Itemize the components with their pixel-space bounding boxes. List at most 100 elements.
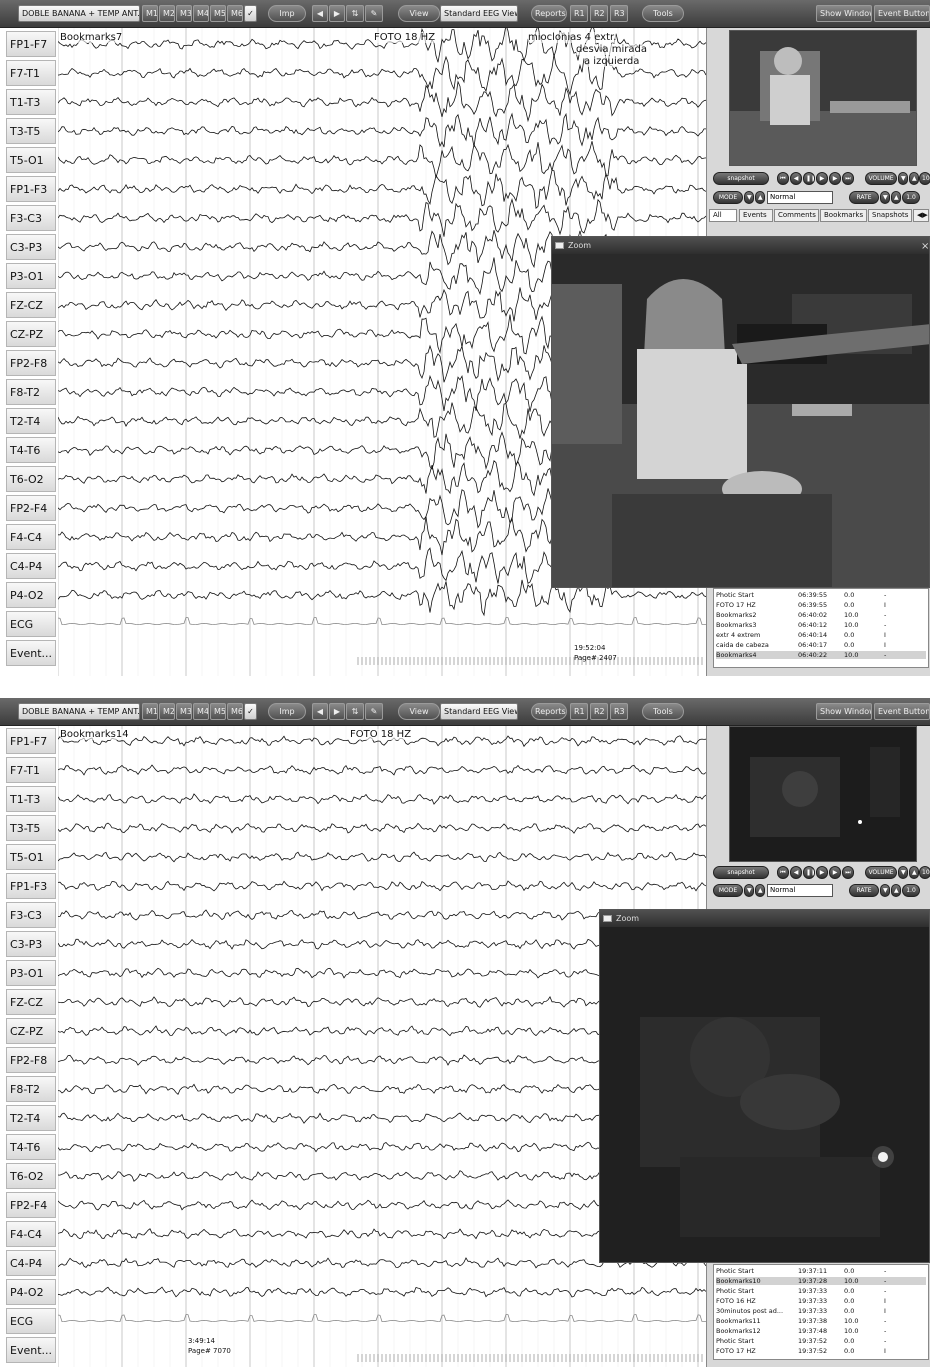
channel-label[interactable]: F7-T1 [6, 60, 56, 86]
pause-icon[interactable]: ❚❚ [803, 866, 815, 879]
mode-up-icon[interactable]: ▲ [755, 191, 765, 204]
mode-field[interactable]: Normal [767, 884, 833, 897]
channel-label[interactable]: T4-T6 [6, 437, 56, 463]
list-item[interactable]: Bookmarks3 06:40:12 10.0 - [716, 621, 926, 629]
montage-button-m5[interactable]: M5 [210, 5, 226, 22]
channel-label[interactable]: Event... [6, 1337, 56, 1363]
video-preview[interactable] [729, 30, 917, 166]
imp-button[interactable]: Imp [268, 5, 306, 22]
list-item[interactable]: Photic Start 19:37:52 0.0 - [716, 1337, 926, 1345]
rate-button[interactable]: RATE [849, 884, 879, 897]
channel-label[interactable]: T1-T3 [6, 89, 56, 115]
volume-button[interactable]: VOLUME [865, 172, 897, 185]
zoom-window[interactable]: Zoom [599, 909, 930, 1263]
channel-label[interactable]: F3-C3 [6, 902, 56, 928]
forward-icon[interactable]: ▶ [829, 866, 841, 879]
channel-label[interactable]: F8-T2 [6, 1076, 56, 1102]
report-button-r3[interactable]: R3 [610, 703, 628, 720]
channel-label[interactable]: FP2-F4 [6, 495, 56, 521]
rate-down-icon[interactable]: ▼ [880, 884, 890, 897]
tab-events[interactable]: Events [739, 209, 773, 222]
volume-down-icon[interactable]: ▼ [898, 866, 908, 879]
report-button-r1[interactable]: R1 [570, 5, 588, 22]
scale-icon[interactable]: ⇅ [346, 5, 364, 22]
list-item[interactable]: 30minutos post ad... 19:37:33 0.0 I [716, 1307, 926, 1315]
channel-label[interactable]: FP1-F7 [6, 728, 56, 754]
event-buttons-button[interactable]: Event Buttons [874, 703, 930, 720]
marker-icon[interactable]: ✎ [365, 703, 383, 720]
list-item[interactable]: FOTO 16 HZ 19:37:33 0.0 I [716, 1297, 926, 1305]
channel-label[interactable]: T6-O2 [6, 466, 56, 492]
tab-bookmarks[interactable]: Bookmarks [820, 209, 867, 222]
snapshot-button[interactable]: snapshot [713, 172, 769, 185]
tab-snapshots[interactable]: Snapshots [868, 209, 912, 222]
channel-label[interactable]: C3-P3 [6, 931, 56, 957]
channel-label[interactable]: F4-C4 [6, 1221, 56, 1247]
play-icon[interactable]: ▶ [816, 172, 828, 185]
tools-button[interactable]: Tools [642, 703, 684, 720]
prev-page-icon[interactable]: ◀ [312, 5, 328, 22]
channel-label[interactable]: FZ-CZ [6, 989, 56, 1015]
channel-label[interactable]: C3-P3 [6, 234, 56, 260]
view-button[interactable]: View [398, 703, 440, 720]
montage-button-m1[interactable]: M1 [142, 703, 158, 720]
channel-label[interactable]: F8-T2 [6, 379, 56, 405]
montage-button-m3[interactable]: M3 [176, 5, 192, 22]
tab-comments[interactable]: Comments [774, 209, 819, 222]
channel-label[interactable]: T6-O2 [6, 1163, 56, 1189]
list-item[interactable]: Photic Start 19:37:11 0.0 - [716, 1267, 926, 1275]
report-button-r2[interactable]: R2 [590, 703, 608, 720]
montage-button-m1[interactable]: M1 [142, 5, 158, 22]
channel-label[interactable]: ECG [6, 1308, 56, 1334]
montage-select[interactable]: DOBLE BANANA + TEMP ANT. [18, 5, 140, 22]
imp-button[interactable]: Imp [268, 703, 306, 720]
list-item[interactable]: Photic Start 19:37:33 0.0 - [716, 1287, 926, 1295]
report-button-r3[interactable]: R3 [610, 5, 628, 22]
marker-icon[interactable]: ✎ [365, 5, 383, 22]
list-item[interactable]: Bookmarks4 06:40:22 10.0 - [716, 651, 926, 659]
skip-start-icon[interactable]: ⏮ [777, 172, 789, 185]
montage-button-m2[interactable]: M2 [159, 703, 175, 720]
channel-label[interactable]: T4-T6 [6, 1134, 56, 1160]
rate-up-icon[interactable]: ▲ [891, 884, 901, 897]
montage-button-m6[interactable]: M6 [227, 5, 243, 22]
list-item[interactable]: extr 4 extrem 06:40:14 0.0 I [716, 631, 926, 639]
channel-label[interactable]: T5-O1 [6, 844, 56, 870]
forward-icon[interactable]: ▶ [829, 172, 841, 185]
channel-label[interactable]: CZ-PZ [6, 321, 56, 347]
list-item[interactable]: Bookmarks12 19:37:48 10.0 - [716, 1327, 926, 1335]
show-window-button[interactable]: Show Window [816, 703, 872, 720]
close-icon[interactable]: × [921, 238, 929, 255]
mode-field[interactable]: Normal [767, 191, 833, 204]
channel-label[interactable]: FP2-F8 [6, 1047, 56, 1073]
skip-end-icon[interactable]: ⏭ [842, 866, 854, 879]
zoom-titlebar[interactable]: Zoom × [552, 237, 929, 255]
tab-scroll-icon[interactable]: ◀▶ [913, 209, 929, 222]
list-item[interactable]: Bookmarks2 06:40:02 10.0 - [716, 611, 926, 619]
channel-label[interactable]: F3-C3 [6, 205, 56, 231]
channel-label[interactable]: ECG [6, 611, 56, 637]
list-item[interactable]: Photic Start 06:39:55 0.0 - [716, 591, 926, 599]
channel-label[interactable]: Event... [6, 640, 56, 666]
channel-label[interactable]: T5-O1 [6, 147, 56, 173]
list-item[interactable]: Bookmarks11 19:37:38 10.0 - [716, 1317, 926, 1325]
montage-button-m4[interactable]: M4 [193, 703, 209, 720]
rewind-icon[interactable]: ◀ [790, 172, 802, 185]
rewind-icon[interactable]: ◀ [790, 866, 802, 879]
snapshot-button[interactable]: snapshot [713, 866, 769, 879]
skip-start-icon[interactable]: ⏮ [777, 866, 789, 879]
channel-label[interactable]: FZ-CZ [6, 292, 56, 318]
rate-down-icon[interactable]: ▼ [880, 191, 890, 204]
montage-button-m5[interactable]: M5 [210, 703, 226, 720]
view-mode-select[interactable]: Standard EEG View [440, 5, 518, 22]
play-icon[interactable]: ▶ [816, 866, 828, 879]
channel-label[interactable]: P3-O1 [6, 960, 56, 986]
channel-label[interactable]: T2-T4 [6, 408, 56, 434]
event-buttons-button[interactable]: Event Buttons [874, 5, 930, 22]
tools-button[interactable]: Tools [642, 5, 684, 22]
pause-icon[interactable]: ❚❚ [803, 172, 815, 185]
channel-label[interactable]: CZ-PZ [6, 1018, 56, 1044]
checkbox-icon[interactable]: ✓ [244, 5, 257, 22]
channel-label[interactable]: F7-T1 [6, 757, 56, 783]
next-page-icon[interactable]: ▶ [329, 5, 345, 22]
